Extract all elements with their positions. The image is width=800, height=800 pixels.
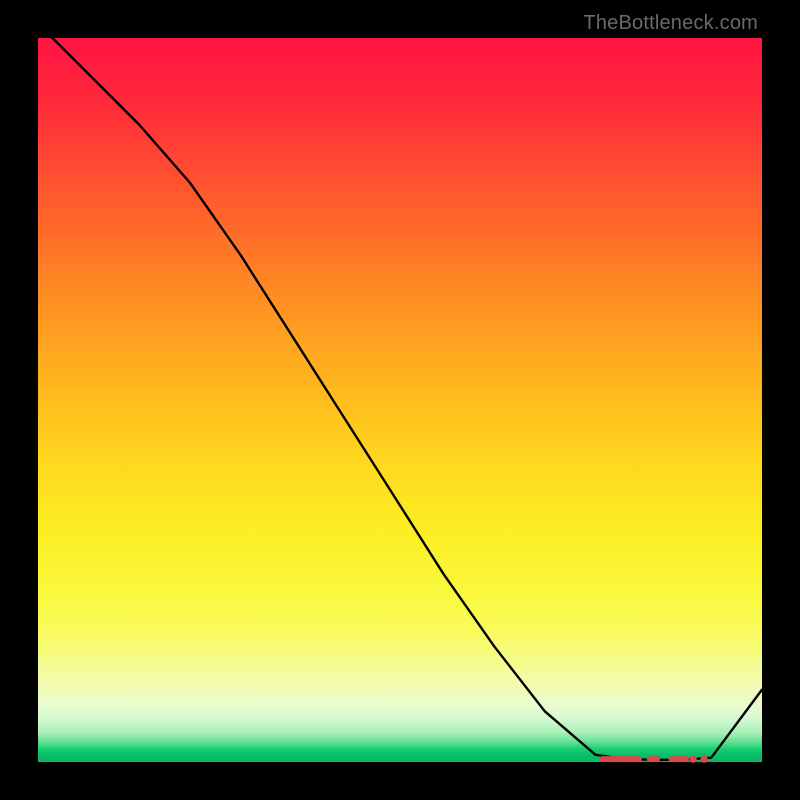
marker-dot bbox=[690, 756, 696, 762]
marker-group bbox=[603, 756, 708, 762]
watermark-text: TheBottleneck.com bbox=[583, 12, 758, 35]
marker-dot bbox=[701, 756, 707, 762]
chart-svg bbox=[38, 38, 762, 762]
plot-area bbox=[38, 38, 762, 762]
bottleneck-curve bbox=[38, 24, 762, 760]
chart-frame: TheBottleneck.com bbox=[0, 0, 800, 800]
